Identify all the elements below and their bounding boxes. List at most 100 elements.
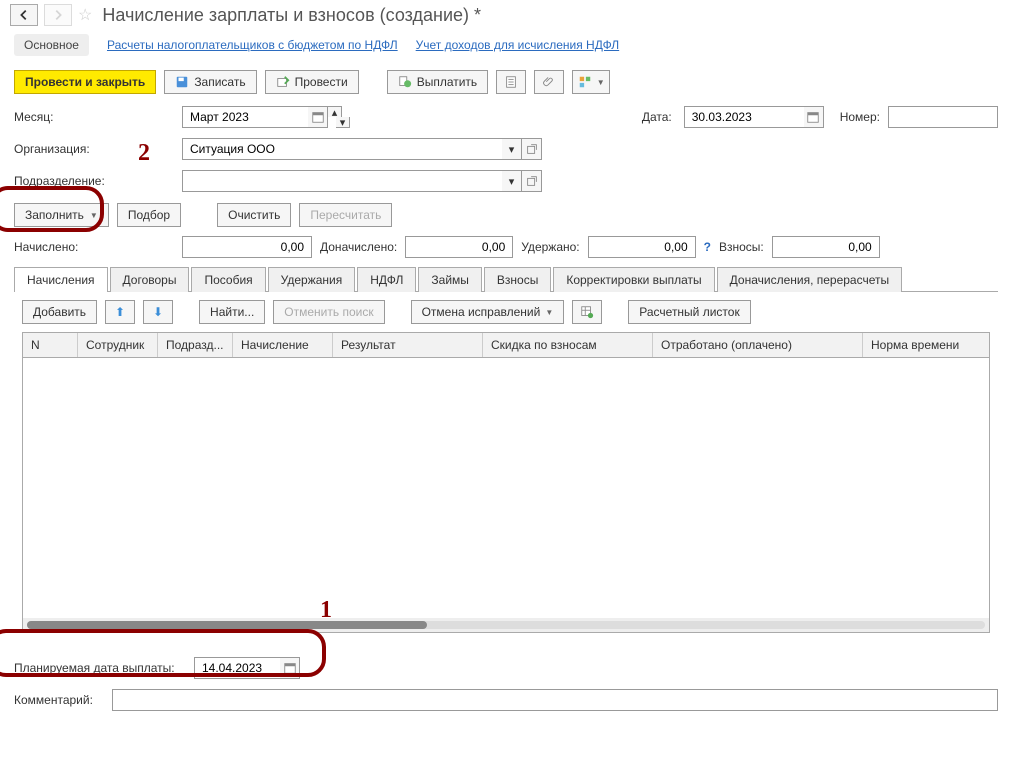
col-discount[interactable]: Скидка по взносам: [483, 333, 653, 357]
table-body[interactable]: [23, 358, 989, 618]
comment-field[interactable]: [118, 692, 992, 708]
col-norm[interactable]: Норма времени: [863, 333, 989, 357]
accrued-value: [182, 236, 312, 258]
chevron-down-icon: ▼: [90, 211, 98, 220]
structure-icon: [578, 75, 592, 89]
scrollbar-thumb[interactable]: [27, 621, 427, 629]
comment-label: Комментарий:: [14, 693, 104, 707]
pick-button[interactable]: Подбор: [117, 203, 181, 227]
link-tax-calculations[interactable]: Расчеты налогоплательщиков с бюджетом по…: [107, 38, 398, 52]
col-employee[interactable]: Сотрудник: [78, 333, 158, 357]
col-worked[interactable]: Отработано (оплачено): [653, 333, 863, 357]
division-input[interactable]: [182, 170, 502, 192]
save-button[interactable]: Записать: [164, 70, 256, 94]
plan-date-input[interactable]: [194, 657, 280, 679]
tab-fees[interactable]: Взносы: [484, 267, 551, 292]
nav-back-button[interactable]: [10, 4, 38, 26]
fill-button-label: Заполнить: [25, 208, 84, 222]
post-and-close-button[interactable]: Провести и закрыть: [14, 70, 156, 94]
post-icon: [276, 75, 290, 89]
withheld-label: Удержано:: [521, 240, 579, 254]
clear-button[interactable]: Очистить: [217, 203, 291, 227]
division-open-button[interactable]: [522, 170, 542, 192]
move-up-button[interactable]: ⬆: [105, 300, 135, 324]
plan-date-label: Планируемая дата выплаты:: [14, 661, 186, 675]
save-icon: [175, 75, 189, 89]
link-income-records[interactable]: Учет доходов для исчисления НДФЛ: [416, 38, 620, 52]
date-input[interactable]: [684, 106, 804, 128]
payslip-button[interactable]: Расчетный листок: [628, 300, 750, 324]
fees-value-field: [778, 239, 874, 255]
tab-payment-corrections[interactable]: Корректировки выплаты: [553, 267, 714, 292]
date-input-field[interactable]: [690, 109, 799, 125]
org-input[interactable]: [182, 138, 502, 160]
fees-value: [772, 236, 880, 258]
pay-button[interactable]: Выплатить: [387, 70, 489, 94]
horizontal-scrollbar[interactable]: [23, 618, 989, 632]
org-open-button[interactable]: [522, 138, 542, 160]
nav-forward-button: [44, 4, 72, 26]
withheld-value-field: [594, 239, 690, 255]
arrow-down-icon: ⬇: [153, 305, 163, 319]
fill-button[interactable]: Заполнить ▼: [14, 203, 109, 227]
withheld-value: [588, 236, 696, 258]
col-division[interactable]: Подразд...: [158, 333, 233, 357]
tab-main[interactable]: Основное: [14, 34, 89, 56]
org-input-field[interactable]: [188, 141, 497, 157]
tab-deductions[interactable]: Удержания: [268, 267, 356, 292]
add-row-button[interactable]: Добавить: [22, 300, 97, 324]
cancel-fix-button[interactable]: Отмена исправлений ▼: [411, 300, 565, 324]
month-input[interactable]: [182, 106, 308, 128]
tab-accruals[interactable]: Начисления: [14, 267, 108, 292]
month-label: Месяц:: [14, 110, 174, 124]
accrued-value-field: [188, 239, 306, 255]
number-label: Номер:: [840, 110, 880, 124]
data-table: N Сотрудник Подразд... Начисление Резуль…: [22, 332, 990, 633]
tab-loans[interactable]: Займы: [418, 267, 482, 292]
col-n[interactable]: N: [23, 333, 78, 357]
date-calendar-button[interactable]: [804, 106, 824, 128]
division-label: Подразделение:: [14, 174, 174, 188]
tab-contracts[interactable]: Договоры: [110, 267, 190, 292]
favorite-star-icon[interactable]: ☆: [78, 5, 92, 25]
accrued-label: Начислено:: [14, 240, 174, 254]
post-button[interactable]: Провести: [265, 70, 359, 94]
save-button-label: Записать: [194, 75, 245, 89]
comment-input[interactable]: [112, 689, 998, 711]
pay-button-label: Выплатить: [417, 75, 478, 89]
more-actions-button[interactable]: ▼: [572, 70, 610, 94]
add-accrued-value-field: [411, 239, 507, 255]
help-button[interactable]: ?: [704, 240, 711, 254]
plan-date-field[interactable]: [200, 660, 275, 676]
pay-icon: [398, 75, 412, 89]
month-down-button[interactable]: ▾: [336, 117, 350, 128]
division-dropdown-button[interactable]: ▾: [502, 170, 522, 192]
arrow-up-icon: ⬆: [115, 305, 125, 319]
col-accrual[interactable]: Начисление: [233, 333, 333, 357]
move-down-button[interactable]: ⬇: [143, 300, 173, 324]
cancel-find-button: Отменить поиск: [273, 300, 384, 324]
attach-button[interactable]: [534, 70, 564, 94]
calendar-icon: [311, 110, 325, 124]
recalc-button: Пересчитать: [299, 203, 392, 227]
chevron-down-icon: ▼: [545, 308, 553, 317]
month-calendar-button[interactable]: [308, 106, 328, 128]
find-button[interactable]: Найти...: [199, 300, 265, 324]
fees-label: Взносы:: [719, 240, 764, 254]
tab-benefits[interactable]: Пособия: [191, 267, 265, 292]
show-details-button[interactable]: [572, 300, 602, 324]
plan-date-calendar-button[interactable]: [280, 657, 300, 679]
col-result[interactable]: Результат: [333, 333, 483, 357]
org-dropdown-button[interactable]: ▾: [502, 138, 522, 160]
month-input-field[interactable]: [188, 109, 303, 125]
number-input[interactable]: [888, 106, 998, 128]
external-icon: [525, 142, 539, 156]
number-input-field[interactable]: [894, 109, 992, 125]
external-icon: [525, 174, 539, 188]
page-title: Начисление зарплаты и взносов (создание)…: [102, 5, 481, 26]
division-input-field[interactable]: [188, 173, 497, 189]
tab-additional-accruals[interactable]: Доначисления, перерасчеты: [717, 267, 902, 292]
tab-ndfl[interactable]: НДФЛ: [357, 267, 416, 292]
report-button[interactable]: [496, 70, 526, 94]
arrow-right-icon: [51, 8, 65, 22]
